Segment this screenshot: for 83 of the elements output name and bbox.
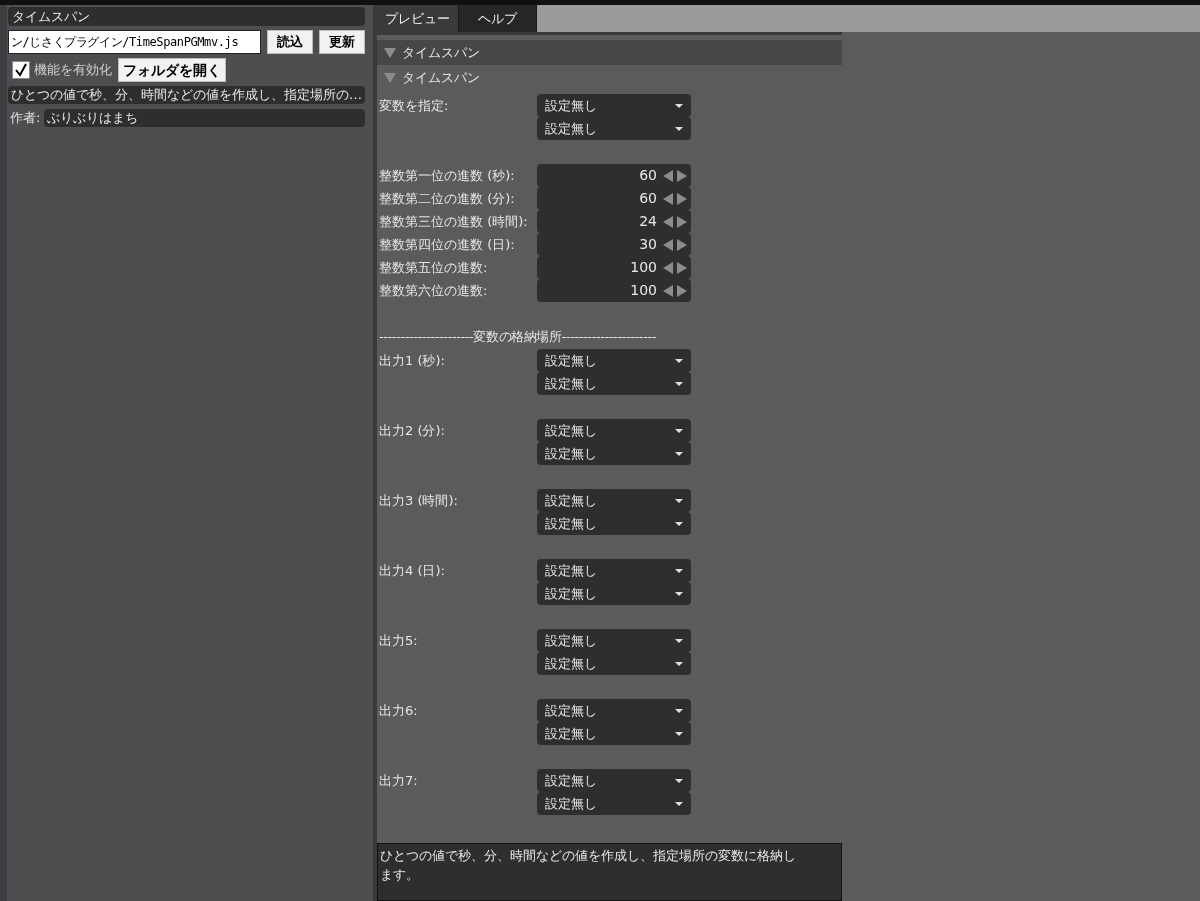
decrement-icon [663,215,673,228]
increment-icon [677,192,687,205]
increment-icon [677,261,687,274]
decrement-icon [663,238,673,251]
caret-icon [675,126,683,131]
dropdown[interactable]: 設定無し [537,582,691,605]
number-spinner[interactable]: 100 [537,279,691,302]
number-spinner[interactable]: 24 [537,210,691,233]
caret-icon [675,731,683,736]
caret-icon [675,591,683,596]
caret-icon [675,638,683,643]
caret-icon [675,498,683,503]
plugin-title: タイムスパン [8,7,365,26]
decrement-icon [663,192,673,205]
checkbox-label: 機能を有効化 [34,61,112,80]
field-label: 出力1 (秒): [379,351,446,370]
caret-icon [675,801,683,806]
decrement-icon [663,284,673,297]
field-label: 整数第六位の進数: [379,281,489,300]
caret-icon [675,521,683,526]
dropdown[interactable]: 設定無し [537,349,691,372]
caret-icon [675,661,683,666]
path-field[interactable]: ン/じさくプラグイン/TimeSpanPGMmv.js [8,30,261,54]
check-icon [14,63,28,77]
caret-icon [675,708,683,713]
caret-icon [675,451,683,456]
expanded-icon [384,72,396,83]
open-folder-button[interactable]: フォルダを開く [118,58,226,82]
author-label: 作者: [9,109,41,127]
increment-icon [677,169,687,182]
dropdown[interactable]: 設定無し [537,489,691,512]
refresh-button[interactable]: 更新 [319,30,365,54]
field-label: 出力7: [379,771,419,790]
dropdown[interactable]: 設定無し [537,769,691,792]
section-header[interactable]: タイムスパン [377,40,842,65]
decrement-icon [663,261,673,274]
caret-icon [675,568,683,573]
description-box: ひとつの値で秒、分、時間などの値を作成し、指定場所の変数に格納します。 [377,843,842,901]
dropdown[interactable]: 設定無し [537,372,691,395]
decrement-icon [663,169,673,182]
expanded-icon [384,47,396,58]
checkbox[interactable] [12,61,30,79]
section-divider-label: ----------------------変数の格納場所---------------------- [379,329,657,345]
number-spinner[interactable]: 60 [537,187,691,210]
field-label: 整数第三位の進数 (時間): [379,212,529,231]
field-label: 出力2 (分): [379,421,446,440]
field-label: 出力4 (日): [379,561,446,580]
increment-icon [677,238,687,251]
dropdown[interactable]: 設定無し [537,117,691,140]
author-value: ぶりぶりはまち [44,108,365,127]
dropdown[interactable]: 設定無し [537,559,691,582]
tab[interactable]: プレビュー [377,5,459,32]
dropdown[interactable]: 設定無し [537,419,691,442]
caret-icon [675,381,683,386]
increment-icon [677,215,687,228]
plugin-summary: ひとつの値で秒、分、時間などの値を作成し、指定場所の… [8,86,365,104]
tab[interactable]: ヘルプ [459,5,537,32]
field-label: 整数第二位の進数 (分): [379,189,516,208]
field-label: 変数を指定: [379,96,450,115]
caret-icon [675,428,683,433]
dropdown[interactable]: 設定無し [537,699,691,722]
caret-icon [675,103,683,108]
caret-icon [675,358,683,363]
dropdown[interactable]: 設定無し [537,94,691,117]
field-label: 整数第一位の進数 (秒): [379,166,516,185]
dropdown[interactable]: 設定無し [537,442,691,465]
dropdown[interactable]: 設定無し [537,629,691,652]
dropdown[interactable]: 設定無し [537,792,691,815]
dropdown[interactable]: 設定無し [537,512,691,535]
field-label: 出力3 (時間): [379,491,459,510]
caret-icon [675,778,683,783]
subsection-header[interactable]: タイムスパン [377,65,842,90]
field-label: 出力6: [379,701,419,720]
number-spinner[interactable]: 60 [537,164,691,187]
load-button[interactable]: 読込 [267,30,313,54]
increment-icon [677,284,687,297]
number-spinner[interactable]: 100 [537,256,691,279]
field-label: 整数第四位の進数 (日): [379,235,516,254]
dropdown[interactable]: 設定無し [537,652,691,675]
number-spinner[interactable]: 30 [537,233,691,256]
field-label: 整数第五位の進数: [379,258,489,277]
dropdown[interactable]: 設定無し [537,722,691,745]
field-label: 出力5: [379,631,419,650]
